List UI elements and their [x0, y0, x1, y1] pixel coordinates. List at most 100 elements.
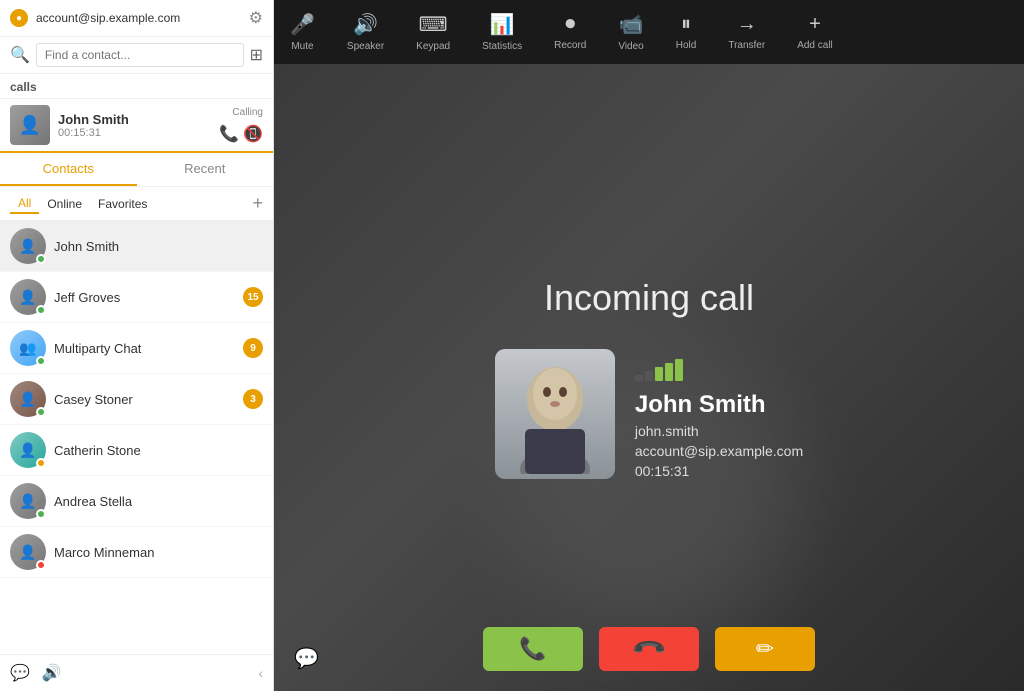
- caller-duration: 00:15:31: [635, 463, 803, 479]
- filter-all[interactable]: All: [10, 194, 39, 214]
- statistics-button[interactable]: 📊 Statistics: [466, 8, 538, 56]
- hold-icon: ⏸: [681, 13, 691, 36]
- speaker-icon: 🔊: [353, 12, 378, 37]
- contact-avatar-wrap: 👤: [10, 534, 46, 570]
- list-item[interactable]: 👤 Marco Minneman: [0, 527, 273, 578]
- signal-bar-5: [675, 359, 683, 381]
- transfer-icon: →: [737, 13, 757, 36]
- filter-online[interactable]: Online: [39, 195, 90, 213]
- keypad-label: Keypad: [416, 41, 450, 52]
- right-panel: 🎤 Mute 🔊 Speaker ⌨ Keypad 📊 Statistics ⏺…: [274, 0, 1024, 691]
- unread-badge: 9: [243, 338, 263, 358]
- calls-section-label: calls: [0, 74, 273, 99]
- account-bar: ● account@sip.example.com ⚙: [0, 0, 273, 37]
- status-dot: [36, 254, 46, 264]
- call-buttons: 📞 📵: [219, 124, 263, 144]
- action-buttons: 📞 📞 ✏: [483, 627, 815, 671]
- volume-icon[interactable]: 🔊: [42, 663, 62, 683]
- unread-badge: 15: [243, 287, 263, 307]
- grid-icon[interactable]: ⊞: [250, 45, 263, 65]
- search-bar: 🔍 ⊞: [0, 37, 273, 74]
- hold-button[interactable]: ⏸ Hold: [660, 9, 713, 55]
- filter-favorites[interactable]: Favorites: [90, 195, 155, 213]
- mute-button[interactable]: 🎤 Mute: [274, 8, 331, 56]
- account-status-icon: ●: [10, 9, 28, 27]
- signal-bars: [635, 359, 803, 381]
- call-actions: Calling 📞 📵: [219, 107, 263, 144]
- message-incoming-button[interactable]: ✏: [715, 627, 815, 671]
- accept-call-button[interactable]: 📞: [219, 124, 239, 144]
- bottom-bar: 💬 🔊 ‹: [0, 654, 273, 691]
- list-item[interactable]: 👥 Multiparty Chat 9: [0, 323, 273, 374]
- gear-icon[interactable]: ⚙: [249, 8, 263, 28]
- left-panel: ● account@sip.example.com ⚙ 🔍 ⊞ calls 👤 …: [0, 0, 274, 691]
- search-icon: 🔍: [10, 45, 30, 65]
- caller-name: John Smith: [635, 391, 803, 419]
- list-item[interactable]: 👤 John Smith: [0, 221, 273, 272]
- tab-contacts[interactable]: Contacts: [0, 153, 137, 186]
- tab-recent[interactable]: Recent: [137, 153, 274, 186]
- mute-icon: 🎤: [290, 12, 315, 37]
- status-dot: [36, 458, 46, 468]
- list-item[interactable]: 👤 Casey Stoner 3: [0, 374, 273, 425]
- contact-avatar-wrap: 👤: [10, 432, 46, 468]
- collapse-icon[interactable]: ‹: [258, 665, 263, 681]
- status-dot: [36, 560, 46, 570]
- transfer-button[interactable]: → Transfer: [712, 9, 781, 55]
- decline-call-button[interactable]: 📵: [243, 124, 263, 144]
- add-contact-button[interactable]: +: [252, 193, 263, 214]
- call-avatar: 👤: [10, 105, 50, 145]
- contact-avatar-wrap: 👤: [10, 381, 46, 417]
- contact-avatar-wrap: 👤: [10, 483, 46, 519]
- caller-photo: [495, 349, 615, 479]
- video-button[interactable]: 📹 Video: [602, 8, 659, 56]
- record-button[interactable]: ⏺ Record: [538, 9, 602, 55]
- list-item[interactable]: 👤 Jeff Groves 15: [0, 272, 273, 323]
- account-email: account@sip.example.com: [36, 11, 241, 25]
- chat-icon[interactable]: 💬: [10, 663, 30, 683]
- call-info: John Smith 00:15:31: [58, 112, 211, 139]
- accept-icon: 📞: [519, 636, 546, 662]
- incoming-call-label: Incoming call: [544, 277, 754, 319]
- contact-name: Jeff Groves: [54, 290, 235, 305]
- contact-avatar-wrap: 👤: [10, 228, 46, 264]
- mute-label: Mute: [291, 41, 313, 52]
- contact-name: Catherin Stone: [54, 443, 263, 458]
- contact-avatar-wrap: 👤: [10, 279, 46, 315]
- accept-incoming-button[interactable]: 📞: [483, 627, 583, 671]
- list-item[interactable]: 👤 Catherin Stone: [0, 425, 273, 476]
- keypad-icon: ⌨: [419, 12, 448, 37]
- tabs-row: Contacts Recent: [0, 153, 273, 187]
- decline-incoming-button[interactable]: 📞: [599, 627, 699, 671]
- call-avatar-image: 👤: [10, 105, 50, 145]
- call-status: Calling: [232, 107, 263, 118]
- caller-details: John Smith john.smith account@sip.exampl…: [635, 349, 803, 479]
- contact-name: Multiparty Chat: [54, 341, 235, 356]
- caller-info-block: John Smith john.smith account@sip.exampl…: [495, 349, 803, 479]
- statistics-icon: 📊: [490, 12, 515, 37]
- active-call-item[interactable]: 👤 John Smith 00:15:31 Calling 📞 📵: [0, 99, 273, 153]
- status-dot: [36, 356, 46, 366]
- speaker-button[interactable]: 🔊 Speaker: [331, 8, 400, 56]
- filter-row: All Online Favorites +: [0, 187, 273, 221]
- caller-account: account@sip.example.com: [635, 443, 803, 459]
- message-icon: ✏: [756, 636, 774, 662]
- signal-bar-3: [655, 367, 663, 381]
- call-screen: Incoming call: [274, 64, 1024, 691]
- contact-name: Andrea Stella: [54, 494, 263, 509]
- call-name: John Smith: [58, 112, 211, 127]
- signal-bar-4: [665, 363, 673, 381]
- contact-name: Casey Stoner: [54, 392, 235, 407]
- keypad-button[interactable]: ⌨ Keypad: [400, 8, 466, 56]
- add-call-button[interactable]: + Add call: [781, 9, 849, 55]
- add-call-label: Add call: [797, 40, 833, 51]
- decline-icon: 📞: [630, 630, 668, 668]
- chat-button[interactable]: 💬: [294, 646, 319, 671]
- hold-label: Hold: [676, 40, 697, 51]
- signal-bar-2: [645, 371, 653, 381]
- video-icon: 📹: [619, 12, 644, 37]
- search-input[interactable]: [36, 43, 244, 67]
- status-dot: [36, 305, 46, 315]
- caller-sip: john.smith: [635, 423, 803, 439]
- list-item[interactable]: 👤 Andrea Stella: [0, 476, 273, 527]
